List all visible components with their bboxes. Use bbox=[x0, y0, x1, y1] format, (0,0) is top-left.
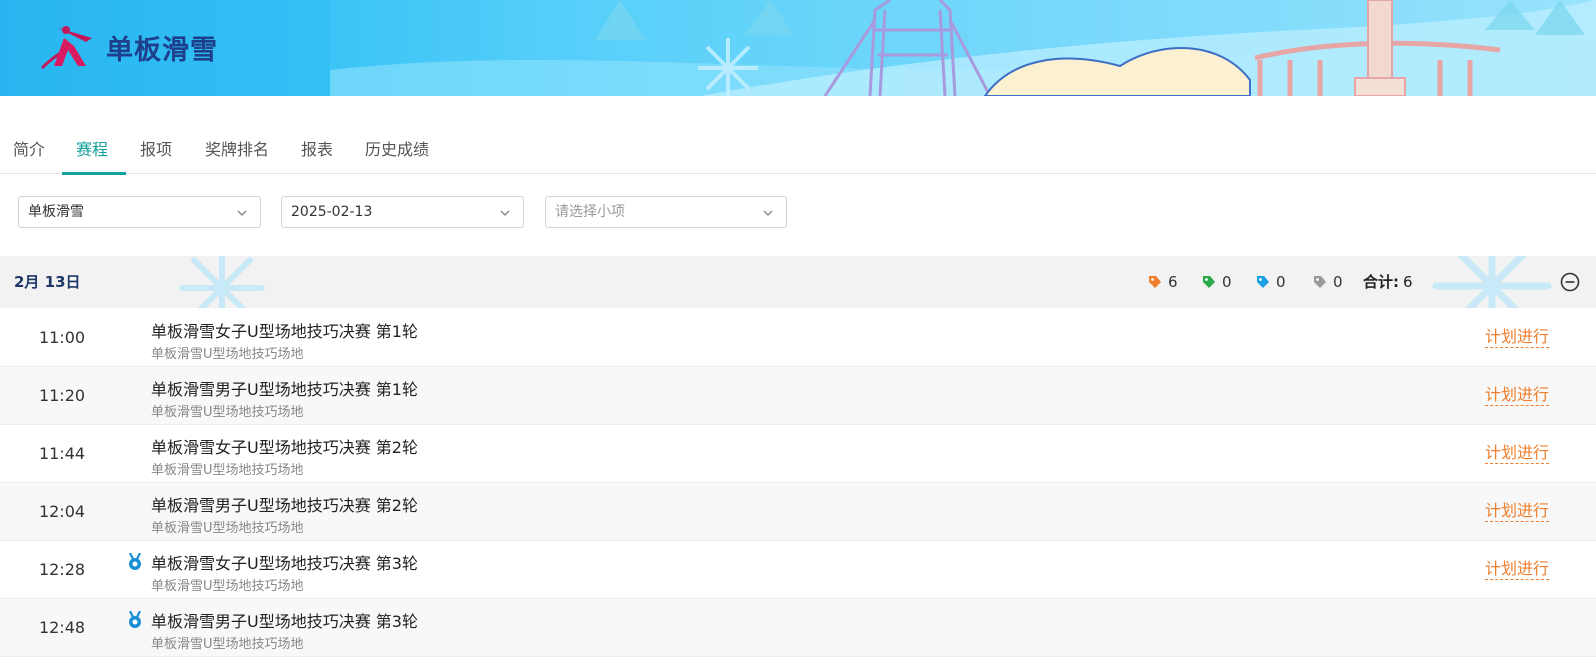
tab-reports[interactable]: 报表 bbox=[301, 128, 333, 174]
stat-count: 0 bbox=[1276, 273, 1286, 291]
total-count: 合计: 6 bbox=[1363, 256, 1413, 308]
header-banner: 单板滑雪 bbox=[0, 0, 1596, 96]
event-time: 12:28 bbox=[38, 560, 86, 579]
schedule-row[interactable]: 12:28 单板滑雪女子U型场地技巧决赛 第3轮 单板滑雪U型场地技巧场地 计划… bbox=[0, 541, 1596, 599]
stat-in-progress: 0 bbox=[1202, 256, 1232, 308]
schedule-row[interactable]: 11:00 单板滑雪女子U型场地技巧决赛 第1轮 单板滑雪U型场地技巧场地 计划… bbox=[0, 309, 1596, 367]
stat-other: 0 bbox=[1313, 256, 1343, 308]
sport-logo: 单板滑雪 bbox=[38, 20, 218, 74]
stat-count: 0 bbox=[1333, 273, 1343, 291]
collapse-icon[interactable] bbox=[1560, 272, 1580, 292]
chevron-down-icon bbox=[763, 210, 773, 216]
day-group-header: 2月 13日 6 0 0 0 合计: 6 bbox=[0, 256, 1596, 308]
stat-count: 6 bbox=[1168, 273, 1178, 291]
event-select-placeholder: 请选择小项 bbox=[555, 204, 625, 220]
tab-history[interactable]: 历史成绩 bbox=[365, 128, 429, 174]
snowboard-logo-icon bbox=[40, 26, 92, 70]
event-title: 单板滑雪男子U型场地技巧决赛 第3轮 bbox=[151, 612, 418, 631]
snowflake-decoration-icon bbox=[1432, 256, 1552, 308]
active-tab-indicator bbox=[62, 172, 126, 175]
event-status-link[interactable]: 计划进行 bbox=[1485, 327, 1550, 348]
medal-icon bbox=[129, 611, 141, 628]
event-time: 12:48 bbox=[38, 618, 86, 637]
event-title: 单板滑雪女子U型场地技巧决赛 第3轮 bbox=[151, 554, 418, 573]
stat-count: 0 bbox=[1222, 273, 1232, 291]
tab-intro[interactable]: 简介 bbox=[13, 128, 45, 174]
day-label: 2月 13日 bbox=[14, 273, 81, 291]
event-select[interactable]: 请选择小项 bbox=[545, 196, 787, 228]
schedule-row[interactable]: 11:20 单板滑雪男子U型场地技巧决赛 第1轮 单板滑雪U型场地技巧场地 计划… bbox=[0, 367, 1596, 425]
event-time: 11:00 bbox=[38, 328, 86, 347]
schedule-row[interactable]: 11:44 单板滑雪女子U型场地技巧决赛 第2轮 单板滑雪U型场地技巧场地 计划… bbox=[0, 425, 1596, 483]
date-select-value: 2025-02-13 bbox=[291, 204, 373, 220]
event-title: 单板滑雪女子U型场地技巧决赛 第1轮 bbox=[151, 322, 418, 341]
event-title: 单板滑雪男子U型场地技巧决赛 第1轮 bbox=[151, 380, 418, 399]
orange-tag-icon bbox=[1149, 276, 1161, 288]
event-status-link[interactable]: 计划进行 bbox=[1485, 443, 1550, 464]
tab-bar: 简介 赛程 报项 奖牌排名 报表 历史成绩 bbox=[0, 128, 1596, 175]
event-venue: 单板滑雪U型场地技巧场地 bbox=[151, 637, 304, 652]
date-select[interactable]: 2025-02-13 bbox=[281, 196, 524, 228]
event-title: 单板滑雪男子U型场地技巧决赛 第2轮 bbox=[151, 496, 418, 515]
event-time: 11:44 bbox=[38, 444, 86, 463]
total-label: 合计: bbox=[1363, 273, 1399, 291]
event-time: 12:04 bbox=[38, 502, 86, 521]
schedule-row[interactable]: 12:48 单板滑雪男子U型场地技巧决赛 第3轮 单板滑雪U型场地技巧场地 bbox=[0, 599, 1596, 657]
gray-tag-icon bbox=[1314, 276, 1326, 288]
tab-schedule[interactable]: 赛程 bbox=[76, 128, 108, 174]
total-value: 6 bbox=[1403, 273, 1413, 291]
event-venue: 单板滑雪U型场地技巧场地 bbox=[151, 405, 304, 420]
tab-entries[interactable]: 报项 bbox=[140, 128, 172, 174]
event-venue: 单板滑雪U型场地技巧场地 bbox=[151, 579, 304, 594]
sport-select-value: 单板滑雪 bbox=[28, 204, 84, 220]
event-venue: 单板滑雪U型场地技巧场地 bbox=[151, 463, 304, 478]
sport-select[interactable]: 单板滑雪 bbox=[18, 196, 261, 228]
event-venue: 单板滑雪U型场地技巧场地 bbox=[151, 347, 304, 362]
schedule-row[interactable]: 12:04 单板滑雪男子U型场地技巧决赛 第2轮 单板滑雪U型场地技巧场地 计划… bbox=[0, 483, 1596, 541]
event-title: 单板滑雪女子U型场地技巧决赛 第2轮 bbox=[151, 438, 418, 457]
city-skyline-illustration bbox=[330, 0, 1596, 96]
medal-icon bbox=[129, 553, 141, 570]
event-time: 11:20 bbox=[38, 386, 86, 405]
stat-scheduled: 6 bbox=[1148, 256, 1178, 308]
page-title: 单板滑雪 bbox=[106, 34, 218, 66]
chevron-down-icon bbox=[237, 210, 247, 216]
blue-tag-icon bbox=[1257, 276, 1269, 288]
event-status-link[interactable]: 计划进行 bbox=[1485, 385, 1550, 406]
snowflake-decoration-icon bbox=[179, 256, 265, 308]
chevron-down-icon bbox=[500, 210, 510, 216]
event-status-link[interactable]: 计划进行 bbox=[1485, 501, 1550, 522]
stat-finished: 0 bbox=[1256, 256, 1286, 308]
event-status-link[interactable]: 计划进行 bbox=[1485, 559, 1550, 580]
green-tag-icon bbox=[1203, 276, 1215, 288]
event-venue: 单板滑雪U型场地技巧场地 bbox=[151, 521, 304, 536]
tab-medal-ranking[interactable]: 奖牌排名 bbox=[205, 128, 269, 174]
